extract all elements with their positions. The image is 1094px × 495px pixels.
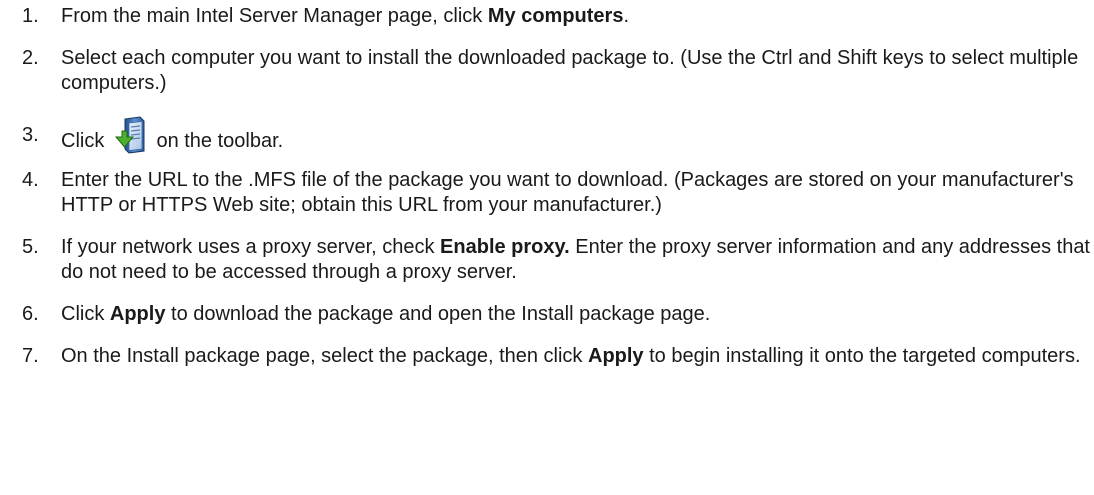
step-3: 3. Click on the toolbar. [0, 113, 1094, 155]
step-6: 6. Click Apply to download the package a… [0, 302, 1094, 327]
step-text: Click [61, 303, 110, 325]
step-number: 4. [22, 169, 39, 191]
install-package-icon [112, 115, 148, 155]
step-text: From the main Intel Server Manager page,… [61, 5, 488, 27]
step-2: 2. Select each computer you want to inst… [0, 46, 1094, 96]
step-number: 2. [22, 47, 39, 69]
step-text: to download the package and open the Ins… [165, 303, 711, 325]
step-5: 5. If your network uses a proxy server, … [0, 235, 1094, 285]
step-text: to begin installing it onto the targeted… [643, 345, 1081, 367]
step-number: 7. [22, 345, 39, 367]
step-text: On the Install package page, select the … [61, 345, 588, 367]
step-text: on the toolbar. [150, 130, 284, 152]
step-4: 4. Enter the URL to the .MFS file of the… [0, 168, 1094, 218]
step-text: Enter the URL to the .MFS file of the pa… [61, 169, 1074, 216]
step-number: 1. [22, 5, 39, 27]
step-7: 7. On the Install package page, select t… [0, 344, 1094, 369]
ui-term-apply: Apply [588, 345, 644, 367]
step-text: . [623, 5, 630, 27]
instruction-steps: 1. From the main Intel Server Manager pa… [0, 0, 1094, 369]
step-1: 1. From the main Intel Server Manager pa… [0, 4, 1094, 29]
ui-term-my-computers: My computers [487, 5, 624, 27]
ui-term-apply: Apply [109, 303, 166, 325]
step-number: 5. [22, 236, 39, 258]
step-number: 3. [22, 124, 39, 146]
step-text: If your network uses a proxy server, che… [61, 236, 441, 258]
step-text: Click [61, 130, 110, 152]
step-number: 6. [22, 303, 39, 325]
step-text: Select each computer you want to install… [61, 47, 1079, 94]
ui-term-enable-proxy: Enable proxy. [440, 236, 570, 258]
